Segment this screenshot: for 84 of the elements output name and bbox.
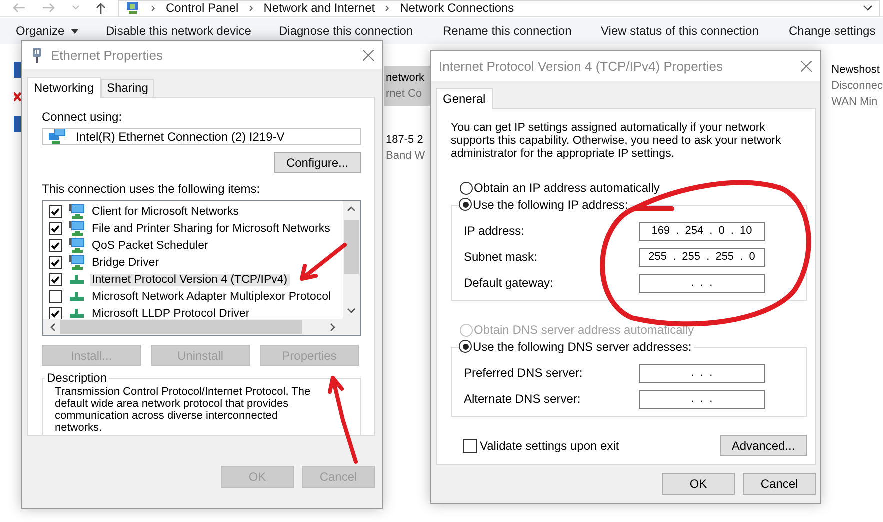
- tab[interactable]: Sharing: [101, 79, 154, 97]
- toolbar-command[interactable]: Diagnose this connection: [279, 24, 414, 38]
- protocol-icon: [69, 292, 85, 301]
- scroll-up-icon[interactable]: [347, 206, 356, 212]
- field-label: IP address:: [464, 224, 526, 238]
- list-item[interactable]: QoS Packet Scheduler: [90, 240, 210, 252]
- checkbox[interactable]: [49, 273, 62, 286]
- horizontal-scrollbar[interactable]: [43, 319, 360, 335]
- group-label: Description: [46, 371, 108, 385]
- protocol-icon: [69, 309, 85, 318]
- toolbar-command[interactable]: Organize: [16, 24, 79, 38]
- toolbar-command[interactable]: Change settings: [789, 24, 876, 38]
- close-icon[interactable]: [801, 60, 812, 72]
- adapter-name: Intel(R) Ethernet Connection (2) I219-V: [76, 130, 285, 144]
- scroll-down-icon[interactable]: [347, 308, 356, 314]
- dialog-button[interactable]: OK: [662, 473, 735, 495]
- chevron-down-icon[interactable]: [863, 4, 873, 12]
- ip-address-field[interactable]: . . .: [639, 364, 765, 382]
- intro-text: You can get IP settings assigned automatically if your network supports this capability. Otherwise, you need to ask your network administrator for the appropriate IP settings.: [451, 122, 782, 161]
- ip-address-field[interactable]: . . .: [639, 274, 765, 292]
- connection-item[interactable]: Newshost Disconnec WAN Min: [830, 58, 883, 114]
- ip-address-field[interactable]: . . .: [639, 390, 765, 408]
- description-text: Transmission Control Protocol/Internet Protocol. The default wide area network protocol that provides communication across diverse interconnected networks.: [55, 386, 312, 434]
- checkbox[interactable]: [49, 239, 62, 252]
- breadcrumb-item[interactable]: Network and Internet: [264, 1, 376, 15]
- chevron-right-icon: [248, 4, 254, 12]
- network-computer-icon: [69, 204, 85, 219]
- checkbox[interactable]: [49, 256, 62, 269]
- vertical-scrollbar[interactable]: [343, 201, 360, 319]
- list-item[interactable]: Bridge Driver: [90, 256, 162, 268]
- connect-using-label: Connect using:: [42, 110, 124, 124]
- list-item[interactable]: File and Printer Sharing for Microsoft Networks: [90, 222, 332, 234]
- field-label: Subnet mask:: [464, 250, 538, 264]
- chevron-right-icon: [151, 4, 156, 12]
- checkbox[interactable]: [49, 290, 62, 303]
- plug-icon: [32, 48, 42, 62]
- field-label: Preferred DNS server:: [464, 366, 584, 380]
- toolbar-command[interactable]: View status of this connection: [601, 24, 759, 38]
- protocol-icon: [69, 275, 85, 284]
- list-item[interactable]: Microsoft LLDP Protocol Driver: [90, 308, 252, 319]
- network-computer-icon: [69, 255, 85, 270]
- checkbox[interactable]: [49, 222, 62, 235]
- configure-button[interactable]: Configure...: [274, 152, 361, 173]
- scrollbar-thumb[interactable]: [344, 220, 359, 274]
- tab[interactable]: Networking: [27, 77, 102, 98]
- connection-item[interactable]: 187-5 2 Band W: [384, 128, 430, 168]
- network-computers-icon: [49, 129, 66, 144]
- field-label: Alternate DNS server:: [464, 392, 582, 406]
- radio-option[interactable]: Use the following IP address:: [459, 198, 628, 212]
- annotation-arrow: [300, 243, 347, 281]
- ip-address-field[interactable]: 255 . 255 . 255 . 0: [639, 248, 765, 266]
- validate-checkbox[interactable]: Validate settings upon exit: [463, 438, 620, 452]
- list-item[interactable]: Microsoft Network Adapter Multiplexor Protocol: [90, 290, 334, 302]
- checkbox[interactable]: [49, 205, 62, 218]
- scrollbar-thumb[interactable]: [60, 320, 302, 334]
- breadcrumb-item[interactable]: Network Connections: [400, 1, 514, 15]
- radio-option[interactable]: Use the following DNS server addresses:: [459, 340, 692, 354]
- ip-address-field[interactable]: 169 . 254 . 0 . 10: [639, 222, 765, 240]
- list-item[interactable]: Internet Protocol Version 4 (TCP/IPv4): [90, 274, 290, 286]
- window-title: Internet Protocol Version 4 (TCP/IPv4) Properties: [439, 58, 723, 74]
- network-computer-icon: [69, 238, 85, 253]
- field-label: Default gateway:: [464, 276, 554, 290]
- dialog-button[interactable]: Cancel: [743, 473, 816, 495]
- advanced-button[interactable]: Advanced...: [720, 435, 807, 456]
- window-title: Ethernet Properties: [51, 48, 164, 62]
- control-panel-icon: [125, 2, 141, 14]
- up-arrow-icon[interactable]: [96, 2, 106, 14]
- network-computer-icon: [69, 221, 85, 236]
- breadcrumb-item[interactable]: Control Panel: [166, 1, 239, 15]
- caret-icon: [70, 28, 79, 34]
- toolbar-command[interactable]: Disable this network device: [106, 24, 252, 38]
- checkbox[interactable]: [49, 307, 62, 319]
- items-label: This connection uses the following items:: [42, 182, 262, 196]
- connection-item[interactable]: network rnet Co: [384, 66, 430, 106]
- disabled-adapter-icon: [14, 92, 22, 102]
- toolbar-command[interactable]: Rename this connection: [443, 24, 572, 38]
- radio-option[interactable]: Obtain an IP address automatically: [460, 181, 660, 195]
- scroll-left-icon[interactable]: [50, 322, 56, 332]
- tab[interactable]: General: [436, 88, 493, 109]
- list-item[interactable]: Client for Microsoft Networks: [90, 206, 241, 218]
- close-icon[interactable]: [363, 50, 374, 60]
- chevron-right-icon: [385, 4, 390, 12]
- address-bar[interactable]: Control Panel Network and Internet Network Connections: [118, 0, 880, 16]
- scroll-right-icon[interactable]: [330, 322, 336, 332]
